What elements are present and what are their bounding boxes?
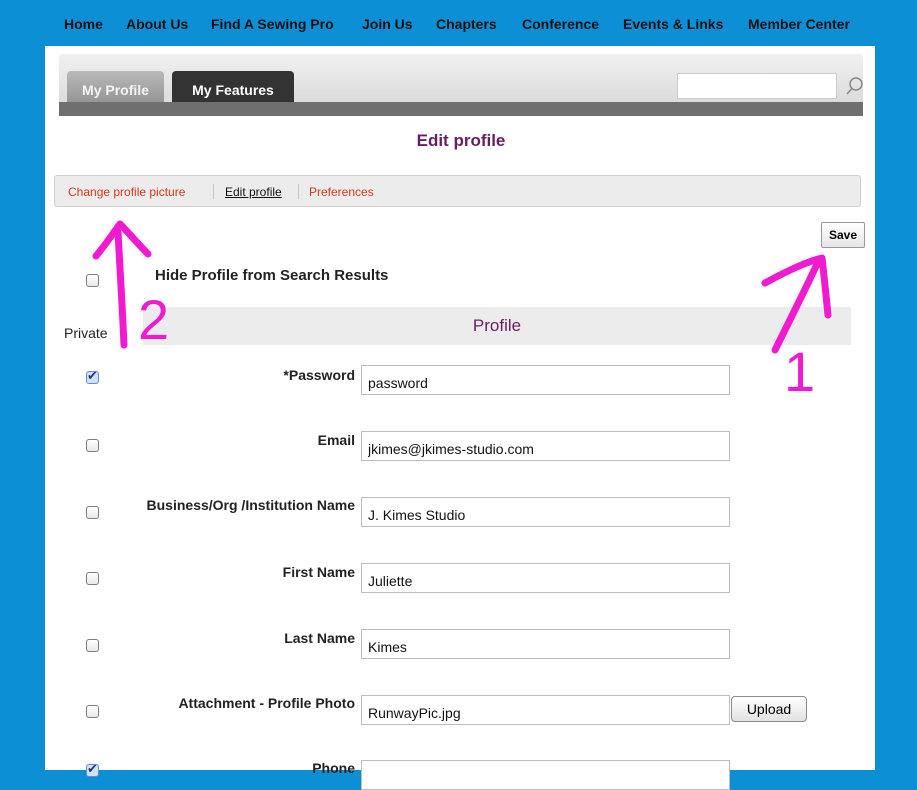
annotation-arrows xyxy=(92,220,832,354)
annotation-number-1: 1 xyxy=(784,340,816,403)
arrow-up-icon xyxy=(114,228,128,349)
annotation-number-2: 2 xyxy=(138,288,170,351)
